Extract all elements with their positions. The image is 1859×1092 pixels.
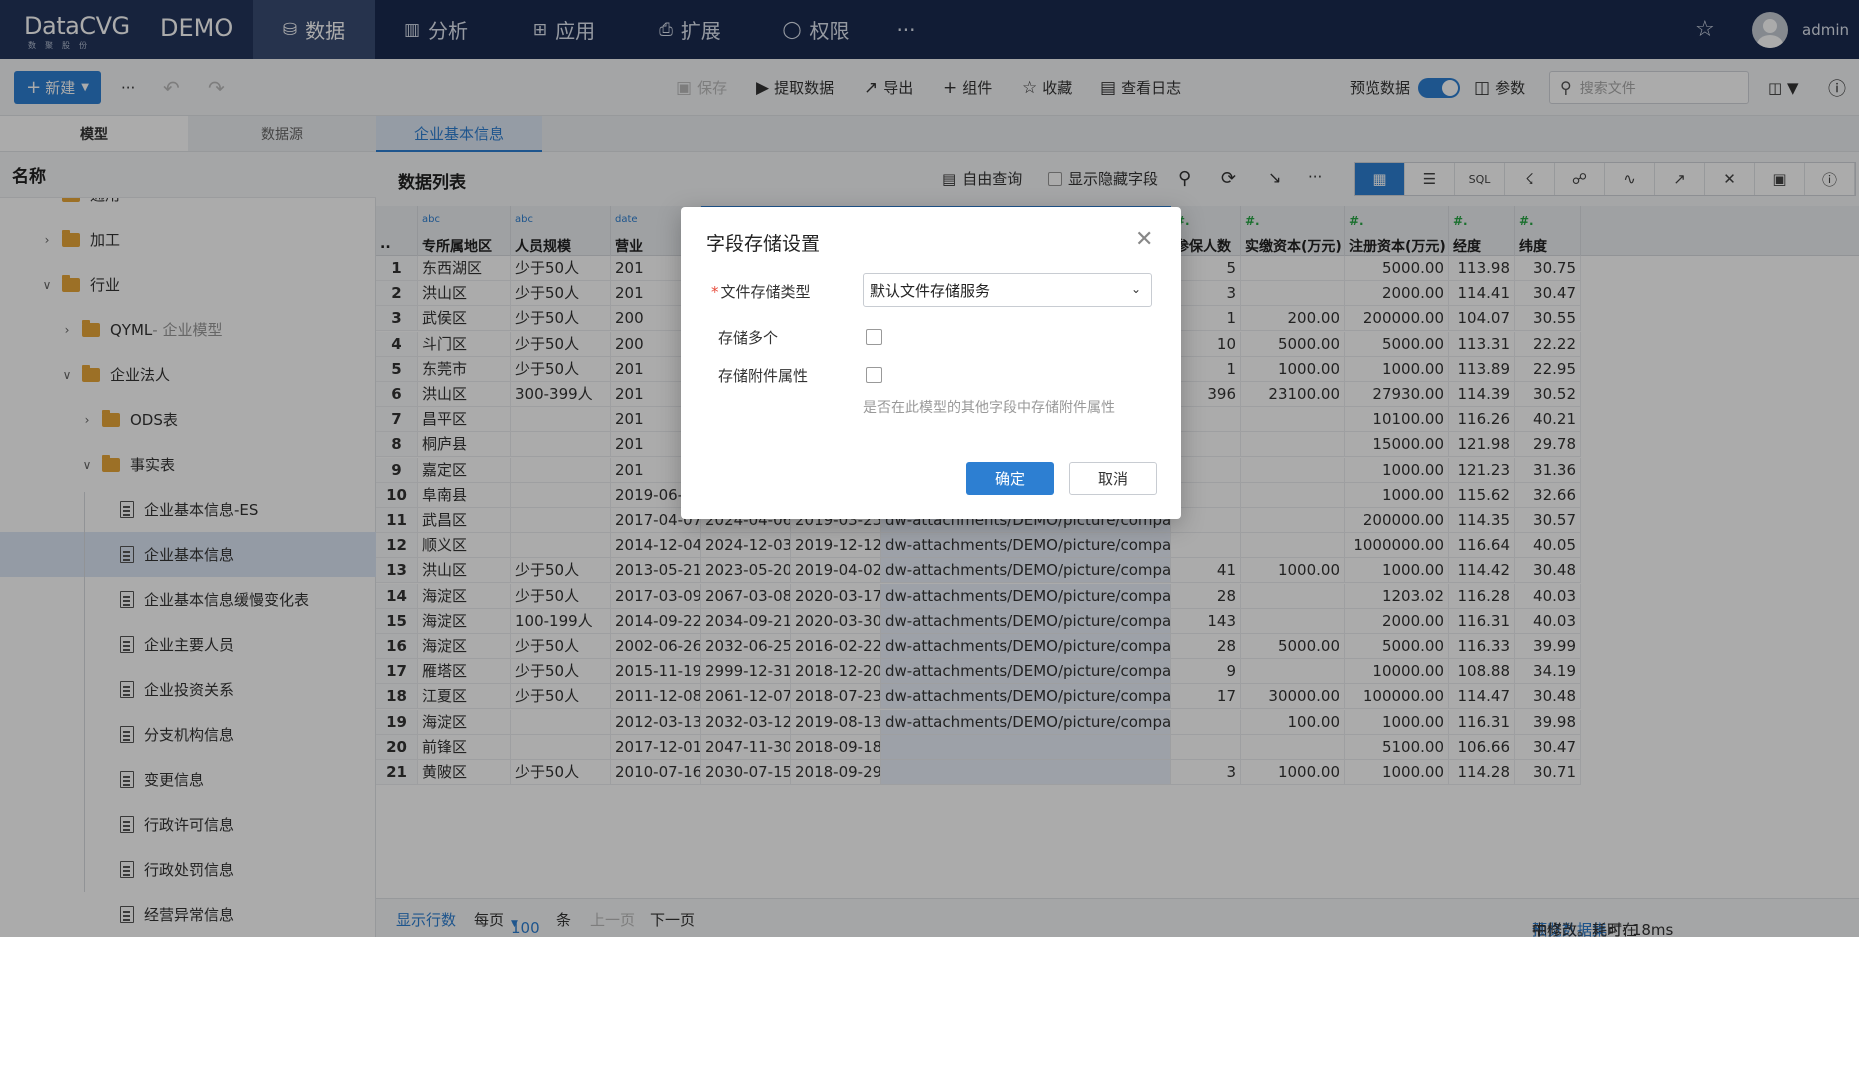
storage-type-value: 默认文件存储服务	[870, 281, 991, 300]
field-storage-dialog: 字段存储设置 ✕ * 文件存储类型 默认文件存储服务 ⌄ 存储多个 存储附件属性 …	[681, 207, 1181, 519]
close-icon[interactable]: ✕	[1135, 227, 1153, 252]
store-multiple-label: 存储多个	[718, 329, 779, 347]
confirm-button[interactable]: 确定	[966, 462, 1054, 495]
required-mark: *	[711, 283, 719, 301]
store-multiple-checkbox[interactable]	[866, 329, 882, 345]
storage-type-label: * 文件存储类型	[711, 281, 811, 302]
storage-type-text: 文件存储类型	[720, 283, 811, 301]
store-attachment-hint: 是否在此模型的其他字段中存储附件属性	[863, 400, 1115, 416]
cancel-button[interactable]: 取消	[1069, 462, 1157, 495]
chevron-down-icon: ⌄	[1130, 282, 1141, 296]
app-window: DataCVG 数聚股份 DEMO ⛁ 数据 ▥ 分析 ⊞ 应用 ⎙ 扩展 ◯ 权限 ··…	[0, 0, 1859, 937]
store-attachment-checkbox[interactable]	[866, 367, 882, 383]
storage-type-select[interactable]: 默认文件存储服务 ⌄	[863, 273, 1152, 307]
dialog-title: 字段存储设置	[706, 233, 821, 255]
store-attachment-label: 存储附件属性	[718, 367, 809, 385]
